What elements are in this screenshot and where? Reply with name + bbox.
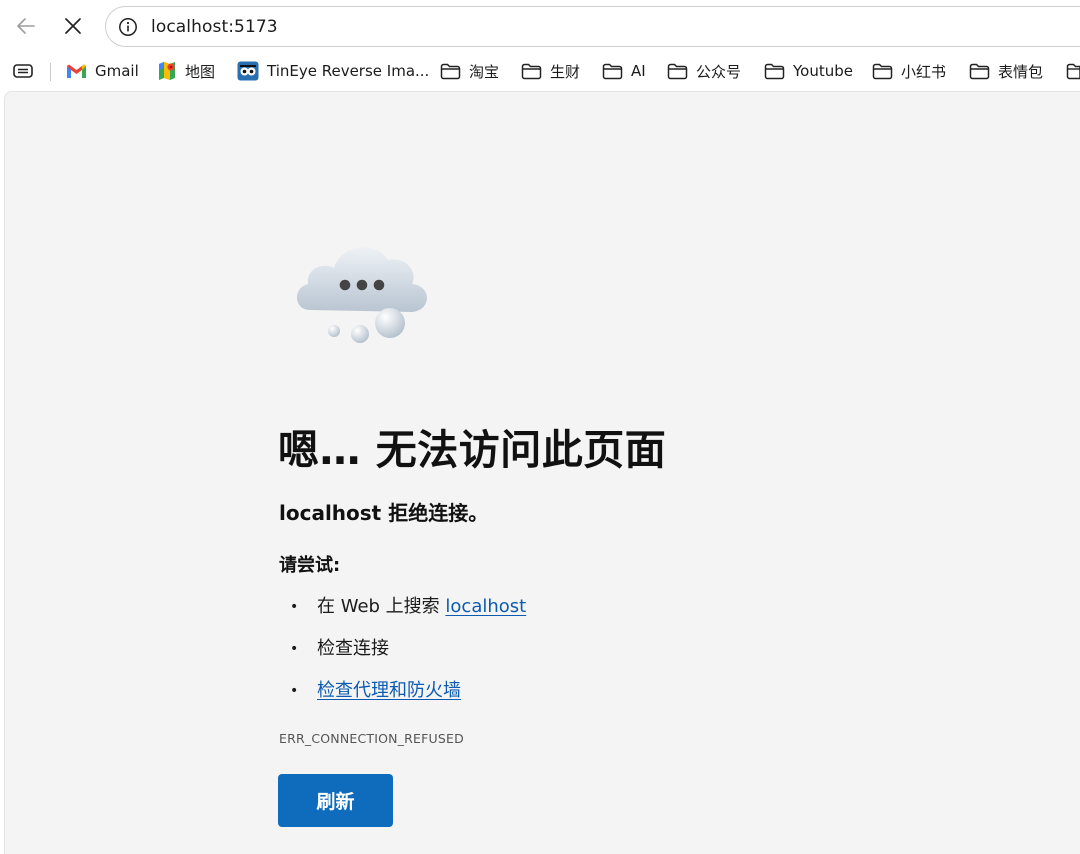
error-code: ERR_CONNECTION_REFUSED (279, 731, 464, 746)
suggestion-text: 检查连接 (317, 638, 389, 659)
bullet: • (290, 599, 299, 615)
arrow-left-icon (17, 18, 35, 34)
back-button[interactable] (9, 9, 43, 43)
bookmark-folder-overflow[interactable] (1066, 53, 1080, 89)
close-x-icon (65, 18, 81, 34)
maps-icon (159, 62, 175, 80)
bookmark-folder-shengcai[interactable]: 生财 (521, 53, 580, 89)
refresh-button[interactable]: 刷新 (278, 774, 393, 827)
bullet: • (290, 683, 299, 699)
suggestion-check-proxy: • 检查代理和防火墙 (290, 678, 526, 720)
info-circle-icon[interactable] (118, 17, 138, 37)
error-subtitle: localhost 拒绝连接。 (279, 501, 489, 525)
search-localhost-link[interactable]: localhost (445, 596, 526, 617)
error-title: 嗯… 无法访问此页面 (278, 426, 667, 474)
bookmark-folder-gongzhonghao[interactable]: 公众号 (667, 53, 741, 89)
bookmark-folder-youtube[interactable]: Youtube (764, 53, 853, 89)
folder-icon (602, 63, 623, 79)
bookmark-tineye[interactable]: TinEye Reverse Ima... (237, 53, 429, 89)
bookmark-folder-ai[interactable]: AI (602, 53, 646, 89)
address-bar-row: localhost:5173 (0, 0, 1080, 53)
bookmark-folder-biaoqingbao[interactable]: 表情包 (969, 53, 1043, 89)
check-proxy-firewall-link[interactable]: 检查代理和防火墙 (317, 680, 461, 701)
folder-icon (440, 63, 461, 79)
folder-icon (764, 63, 785, 79)
folder-icon (667, 63, 688, 79)
address-bar[interactable]: localhost:5173 (105, 6, 1080, 47)
bookmark-folder-taobao[interactable]: 淘宝 (440, 53, 499, 89)
folder-icon (969, 63, 990, 79)
suggestion-check-connection: • 检查连接 (290, 636, 526, 678)
suggestion-text: 在 Web 上搜索 (317, 596, 446, 617)
thinking-cloud-icon (296, 246, 427, 343)
bookmark-folder-xiaohongshu[interactable]: 小红书 (872, 53, 946, 89)
tineye-icon (237, 61, 259, 81)
folder-icon (1066, 63, 1080, 79)
bookmarks-divider (50, 63, 51, 81)
try-heading: 请尝试: (279, 555, 341, 576)
bookmark-gmail[interactable]: Gmail (66, 53, 139, 89)
bookmarks-bar: Gmail 地图 TinEye Reverse Ima... 淘宝 生财 AI … (0, 53, 1080, 91)
tab-actions-button[interactable] (12, 53, 34, 89)
gmail-icon (67, 64, 86, 78)
folder-icon (872, 63, 893, 79)
url-text[interactable]: localhost:5173 (151, 17, 278, 37)
bullet: • (290, 641, 299, 657)
suggestion-search-web: • 在 Web 上搜索 localhost (290, 594, 526, 636)
stop-loading-button[interactable] (56, 9, 90, 43)
bookmark-maps[interactable]: 地图 (157, 53, 215, 89)
suggestion-list: • 在 Web 上搜索 localhost • 检查连接 • 检查代理和防火墙 (290, 594, 526, 720)
folder-icon (521, 63, 542, 79)
tab-actions-icon (13, 64, 33, 78)
